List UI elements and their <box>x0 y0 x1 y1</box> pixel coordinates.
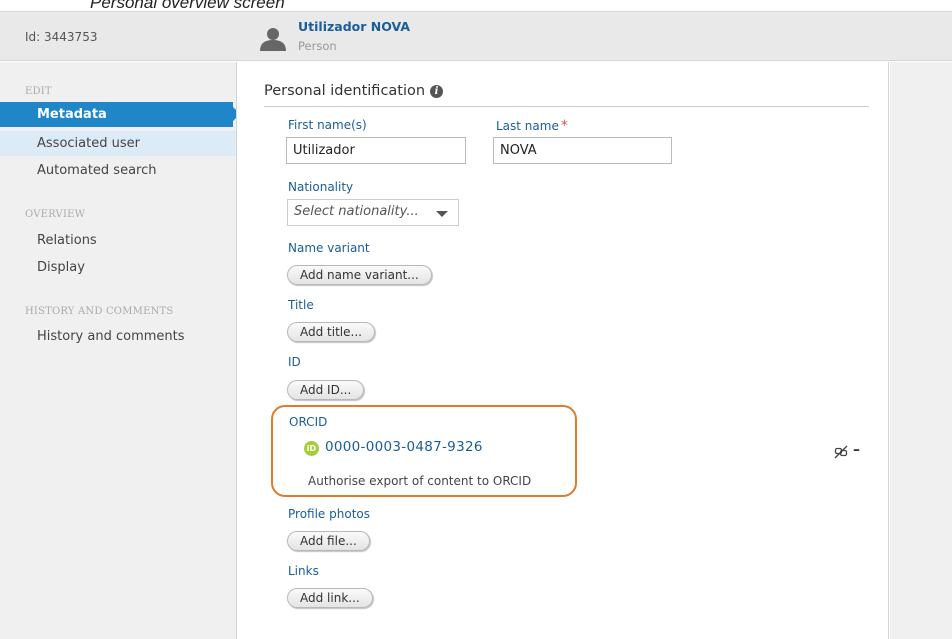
info-icon[interactable]: i <box>430 85 444 98</box>
last-name-label-text: Last name <box>496 119 559 133</box>
sidebar-heading-history: HISTORY AND COMMENTS <box>25 306 174 317</box>
add-title-button[interactable]: Add title... <box>287 322 375 342</box>
links-label: Links <box>288 564 319 578</box>
add-file-button[interactable]: Add file... <box>287 531 370 551</box>
orcid-authorise-export[interactable]: Authorise export of content to ORCID <box>308 474 531 488</box>
sidebar-item-display[interactable]: Display <box>0 255 236 280</box>
sidebar-heading-edit: EDIT <box>25 86 52 97</box>
sidebar-item-relations[interactable]: Relations <box>0 228 236 253</box>
sidebar-item-automated-search[interactable]: Automated search <box>0 158 236 183</box>
title-label: Title <box>288 298 314 312</box>
section-title: Personal identification i <box>264 83 444 99</box>
add-id-button[interactable]: Add ID... <box>287 380 365 400</box>
right-margin <box>890 62 952 639</box>
last-name-field[interactable] <box>493 137 672 164</box>
nationality-placeholder: Select nationality... <box>294 204 419 219</box>
required-marker: * <box>560 118 568 134</box>
first-name-field[interactable] <box>286 137 466 164</box>
first-name-label: First name(s) <box>288 118 367 132</box>
orcid-id-link[interactable]: 0000-0003-0487-9326 <box>325 439 483 455</box>
profile-photos-label: Profile photos <box>288 507 370 521</box>
orcid-label: ORCID <box>289 415 328 429</box>
section-divider <box>264 106 869 107</box>
sidebar-item-history-and-comments[interactable]: History and comments <box>0 324 236 349</box>
sidebar-item-metadata[interactable]: Metadata <box>0 102 240 127</box>
section-title-text: Personal identification <box>264 83 426 99</box>
record-type: Person <box>298 39 337 53</box>
nationality-select[interactable]: Select nationality... <box>287 199 459 226</box>
sidebar-item-associated-user[interactable]: Associated user <box>0 131 236 156</box>
sidebar: EDIT Metadata Associated user Automated … <box>0 62 240 639</box>
chevron-down-icon <box>436 211 448 217</box>
name-variant-label: Name variant <box>288 241 370 255</box>
id-label: ID <box>288 355 301 369</box>
orcid-icon: iD <box>304 441 319 456</box>
nationality-label: Nationality <box>288 180 354 194</box>
add-name-variant-button[interactable]: Add name variant... <box>287 265 432 285</box>
unlink-icon[interactable] <box>834 445 848 459</box>
record-id: Id: 3443753 <box>25 30 98 44</box>
remove-orcid-button[interactable]: – <box>853 443 862 457</box>
sidebar-heading-overview: OVERVIEW <box>25 209 86 220</box>
record-name: Utilizador NOVA <box>298 19 410 34</box>
last-name-label: Last name * <box>496 118 568 134</box>
add-link-button[interactable]: Add link... <box>287 588 373 608</box>
record-header: Id: 3443753 Utilizador NOVA Person <box>0 11 952 61</box>
person-icon <box>260 28 286 51</box>
